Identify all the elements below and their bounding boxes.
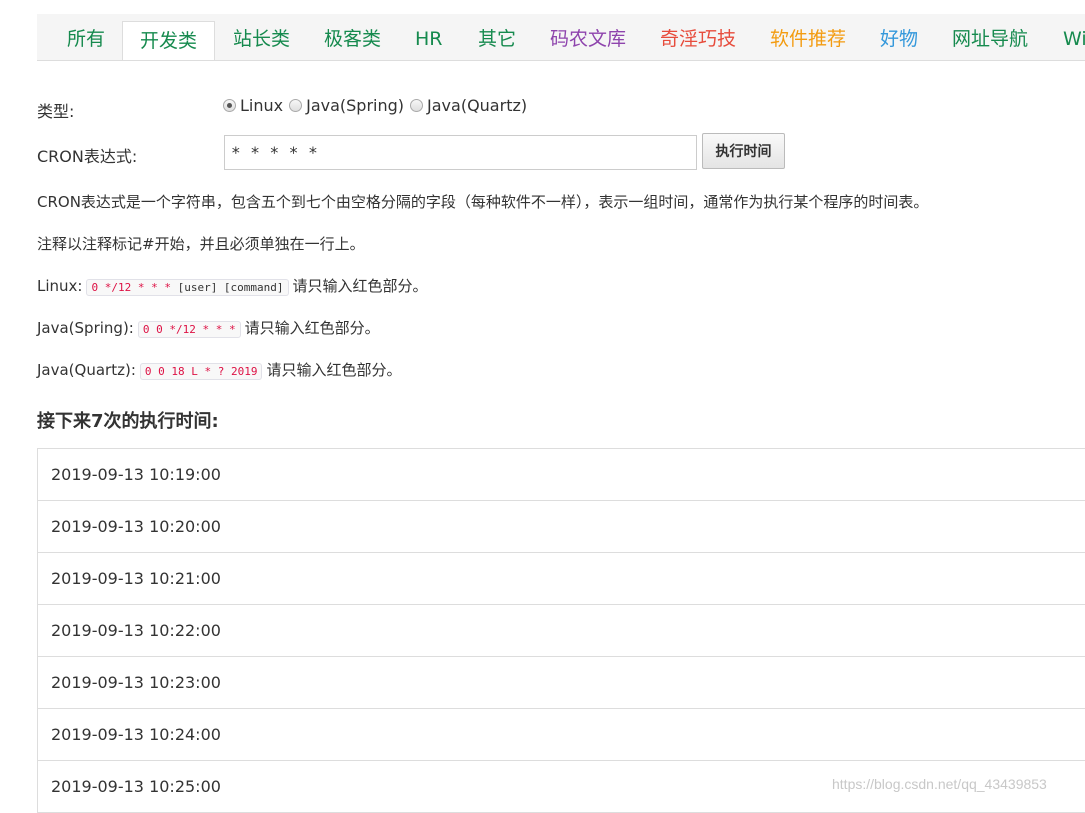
linux-example-hint: 请只输入红色部分。 (292, 277, 428, 295)
tab-wi[interactable]: Wi (1063, 14, 1085, 60)
list-item: 2019-09-13 10:23:00 (37, 657, 1085, 709)
execution-time-button[interactable]: 执行时间 (702, 133, 785, 169)
cron-expression-input[interactable] (224, 135, 697, 170)
list-item: 2019-09-13 10:21:00 (37, 553, 1085, 605)
list-item: 2019-09-13 10:24:00 (37, 709, 1085, 761)
quartz-example-red: 0 0 18 L * ? 2019 (144, 365, 258, 378)
comment-description: 注释以注释标记#开始，并且必须单独在一行上。 (37, 235, 365, 253)
type-label: 类型: (37, 102, 75, 121)
linux-example-rest: [user] [command] (170, 281, 284, 294)
tab-goods[interactable]: 好物 (880, 14, 918, 60)
spring-example-hint: 请只输入红色部分。 (244, 319, 380, 337)
radio-linux[interactable] (223, 98, 236, 112)
radio-java-quartz-label[interactable]: Java(Quartz) (427, 96, 527, 115)
category-tabs: 所有 开发类 站长类 极客类 HR 其它 码农文库 奇淫巧技 软件推荐 好物 网… (37, 14, 1085, 61)
quartz-example: Java(Quartz): 0 0 18 L * ? 2019 请只输入红色部分。 (37, 359, 401, 380)
spring-example-label: Java(Spring): (37, 319, 134, 337)
tab-software[interactable]: 软件推荐 (770, 14, 846, 60)
tab-url-nav[interactable]: 网址导航 (952, 14, 1028, 60)
radio-java-spring[interactable] (289, 98, 303, 112)
cron-label: CRON表达式: (37, 147, 138, 166)
spring-example-code: 0 0 */12 * * * (137, 321, 241, 338)
tab-all[interactable]: 所有 (67, 14, 105, 60)
spring-example-red: 0 0 */12 * * * (142, 323, 236, 336)
radio-linux-label[interactable]: Linux (240, 96, 283, 115)
spring-example: Java(Spring): 0 0 */12 * * * 请只输入红色部分。 (37, 317, 380, 338)
tab-other[interactable]: 其它 (478, 14, 516, 60)
linux-example-label: Linux: (37, 277, 83, 295)
tab-coder-library[interactable]: 码农文库 (550, 14, 626, 60)
linux-example-code: 0 */12 * * * [user] [command] (86, 279, 289, 296)
tab-hr[interactable]: HR (415, 14, 443, 60)
list-item: 2019-09-13 10:20:00 (37, 501, 1085, 553)
radio-java-quartz[interactable] (410, 98, 424, 112)
linux-example: Linux: 0 */12 * * * [user] [command] 请只输入红… (37, 275, 428, 296)
quartz-example-code: 0 0 18 L * ? 2019 (139, 363, 263, 380)
tab-geek[interactable]: 极客类 (324, 14, 381, 60)
next-runs-list: 2019-09-13 10:19:00 2019-09-13 10:20:00 … (37, 448, 1085, 813)
radio-java-spring-label[interactable]: Java(Spring) (306, 96, 404, 115)
quartz-example-label: Java(Quartz): (37, 361, 136, 379)
tab-webmaster[interactable]: 站长类 (233, 14, 290, 60)
linux-example-red: 0 */12 * * * (91, 281, 171, 294)
tab-tricks[interactable]: 奇淫巧技 (660, 14, 736, 60)
next-runs-title: 接下来7次的执行时间: (37, 411, 219, 432)
cron-description: CRON表达式是一个字符串，包含五个到七个由空格分隔的字段（每种软件不一样），表… (37, 193, 929, 211)
type-radio-group: Linux Java(Spring) Java(Quartz) (223, 94, 533, 116)
list-item: 2019-09-13 10:22:00 (37, 605, 1085, 657)
quartz-example-hint: 请只输入红色部分。 (266, 361, 402, 379)
tab-dev[interactable]: 开发类 (122, 21, 216, 60)
list-item: 2019-09-13 10:19:00 (37, 449, 1085, 501)
watermark: https://blog.csdn.net/qq_43439853 (832, 776, 1047, 792)
